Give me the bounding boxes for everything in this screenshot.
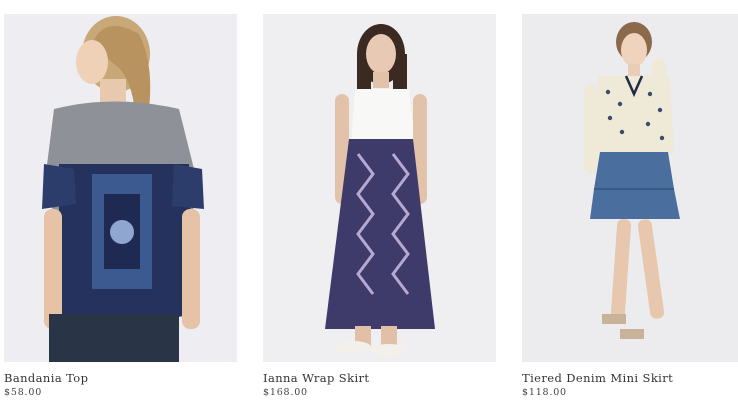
product-name[interactable]: Ianna Wrap Skirt bbox=[263, 371, 496, 385]
product-card: Tiered Denim Mini Skirt $118.00 bbox=[522, 14, 738, 398]
product-price: $58.00 bbox=[4, 387, 43, 398]
product-name[interactable]: Bandania Top bbox=[4, 371, 237, 385]
product-price: $118.00 bbox=[522, 387, 567, 398]
product-card: Ianna Wrap Skirt $168.00 bbox=[263, 14, 496, 398]
product-image-tiered-denim-mini-skirt[interactable] bbox=[522, 14, 738, 362]
product-price: $168.00 bbox=[263, 387, 308, 398]
product-card: Bandania Top $58.00 bbox=[4, 14, 237, 398]
product-name[interactable]: Tiered Denim Mini Skirt bbox=[522, 371, 738, 385]
product-image-ianna-wrap-skirt[interactable] bbox=[263, 14, 496, 362]
product-image-bandania-top[interactable] bbox=[4, 14, 237, 362]
